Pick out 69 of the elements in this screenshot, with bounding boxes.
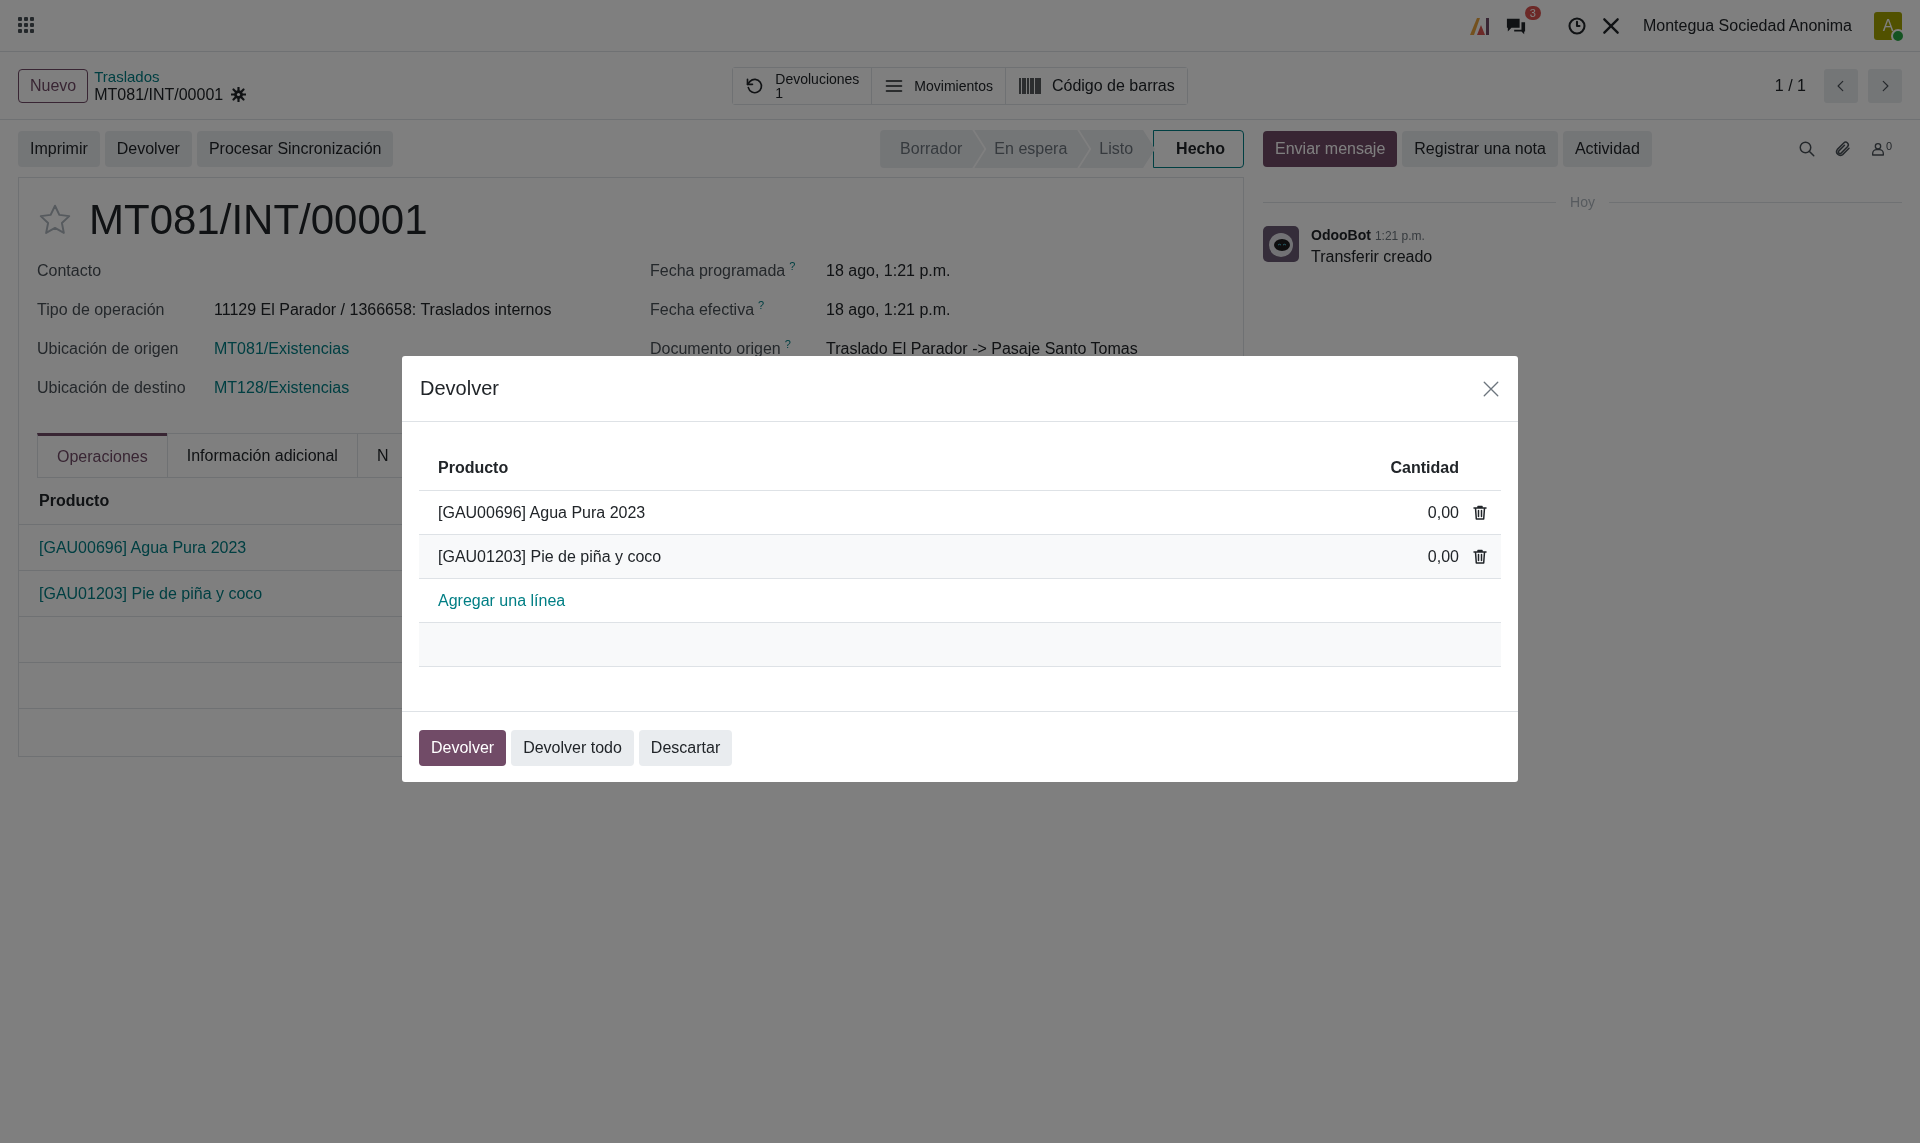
sparkle-logo-icon[interactable] — [1468, 15, 1491, 36]
status-step[interactable]: En espera — [974, 130, 1090, 168]
company-name[interactable]: Montegua Sociedad Anonima — [1642, 16, 1852, 35]
message-time: 1:21 p.m. — [1374, 229, 1425, 243]
barcode-icon — [1017, 75, 1042, 96]
gear-icon — [231, 87, 247, 102]
close-icon — [1482, 379, 1500, 398]
product-cell[interactable]: [GAU01203] Pie de piña y coco — [438, 547, 1428, 566]
field-label: Fecha efectiva — [650, 301, 755, 319]
new-button[interactable]: Nuevo — [18, 68, 89, 103]
field-link[interactable]: MT081/Existencias — [214, 339, 350, 358]
record-title: MT081/INT/00001 — [89, 196, 428, 244]
tab[interactable]: Operaciones — [37, 433, 168, 477]
field-label: Ubicación de origen — [37, 339, 180, 358]
secondary-button[interactable]: Registrar una nota — [1402, 131, 1558, 167]
breadcrumb-link[interactable]: Traslados — [94, 67, 247, 86]
product-link[interactable]: [GAU00696] Agua Pura 2023 — [39, 538, 247, 557]
quantity-cell[interactable]: 0,00 — [1427, 547, 1459, 566]
field-label: Tipo de operación — [37, 300, 166, 319]
trash-icon — [1473, 549, 1487, 564]
record-name: MT081/INT/00001 — [94, 85, 224, 104]
field-label: Ubicación de destino — [37, 378, 187, 397]
secondary-button[interactable]: Devolver todo — [511, 730, 634, 766]
message-text: Transferir creado — [1311, 248, 1433, 266]
field-value: 18 ago, 1:21 p.m. — [826, 300, 951, 319]
column-header: Cantidad — [1390, 459, 1459, 477]
primary-button[interactable]: Enviar mensaje — [1263, 131, 1398, 167]
close-button[interactable] — [1482, 379, 1500, 398]
action-button[interactable]: Imprimir — [18, 131, 100, 167]
action-button[interactable]: Procesar Sincronización — [196, 131, 394, 167]
next-button[interactable] — [1868, 68, 1902, 103]
robot-avatar-icon — [1263, 226, 1299, 262]
quantity-cell[interactable]: 0,00 — [1427, 503, 1459, 522]
status-step[interactable]: Listo — [1079, 130, 1156, 168]
field-label: Documento origen — [650, 340, 781, 358]
secondary-button[interactable]: Actividad — [1562, 131, 1652, 167]
add-line-link[interactable]: Agregar una línea — [438, 591, 1459, 610]
clock-icon — [1566, 15, 1587, 36]
product-cell[interactable]: [GAU00696] Agua Pura 2023 — [438, 503, 1428, 522]
status-step[interactable]: Hecho — [1153, 130, 1244, 168]
action-button[interactable]: Devolver — [104, 131, 192, 167]
field-label: Contacto — [37, 261, 103, 280]
field-value: 11129 El Parador / 1366658: Traslados internos — [214, 300, 552, 319]
apps-icon — [18, 16, 36, 35]
smart-button[interactable]: Devoluciones 1 — [733, 67, 873, 104]
help-mark[interactable]: ? — [758, 299, 765, 312]
trash-icon — [1473, 505, 1487, 520]
status-step[interactable]: Borrador — [880, 130, 985, 168]
field-value: 18 ago, 1:21 p.m. — [826, 261, 951, 280]
user-avatar[interactable]: A — [1874, 11, 1902, 40]
unread-badge: 3 — [1524, 5, 1541, 20]
field-value: Traslado El Parador -> Pasaje Santo Tomas — [826, 339, 1138, 358]
previous-button[interactable] — [1824, 68, 1858, 103]
help-mark[interactable]: ? — [784, 338, 791, 351]
dialog-title: Devolver — [420, 377, 499, 400]
field-label: Fecha programada — [650, 262, 786, 280]
message-author: OdooBot — [1311, 227, 1371, 243]
help-mark[interactable]: ? — [789, 260, 796, 273]
search-icon — [1797, 140, 1816, 158]
followers-count: 0 — [1885, 140, 1892, 152]
field-link[interactable]: MT128/Existencias — [214, 378, 350, 397]
paperclip-icon — [1833, 140, 1852, 158]
column-header: Producto — [438, 459, 510, 477]
primary-button[interactable]: Devolver — [419, 730, 507, 766]
column-header: Producto — [39, 492, 110, 510]
secondary-button[interactable]: Descartar — [638, 730, 733, 766]
pager-counter: 1 / 1 — [1774, 76, 1806, 95]
person-icon — [1869, 140, 1886, 158]
product-link[interactable]: [GAU01203] Pie de piña y coco — [39, 584, 263, 603]
